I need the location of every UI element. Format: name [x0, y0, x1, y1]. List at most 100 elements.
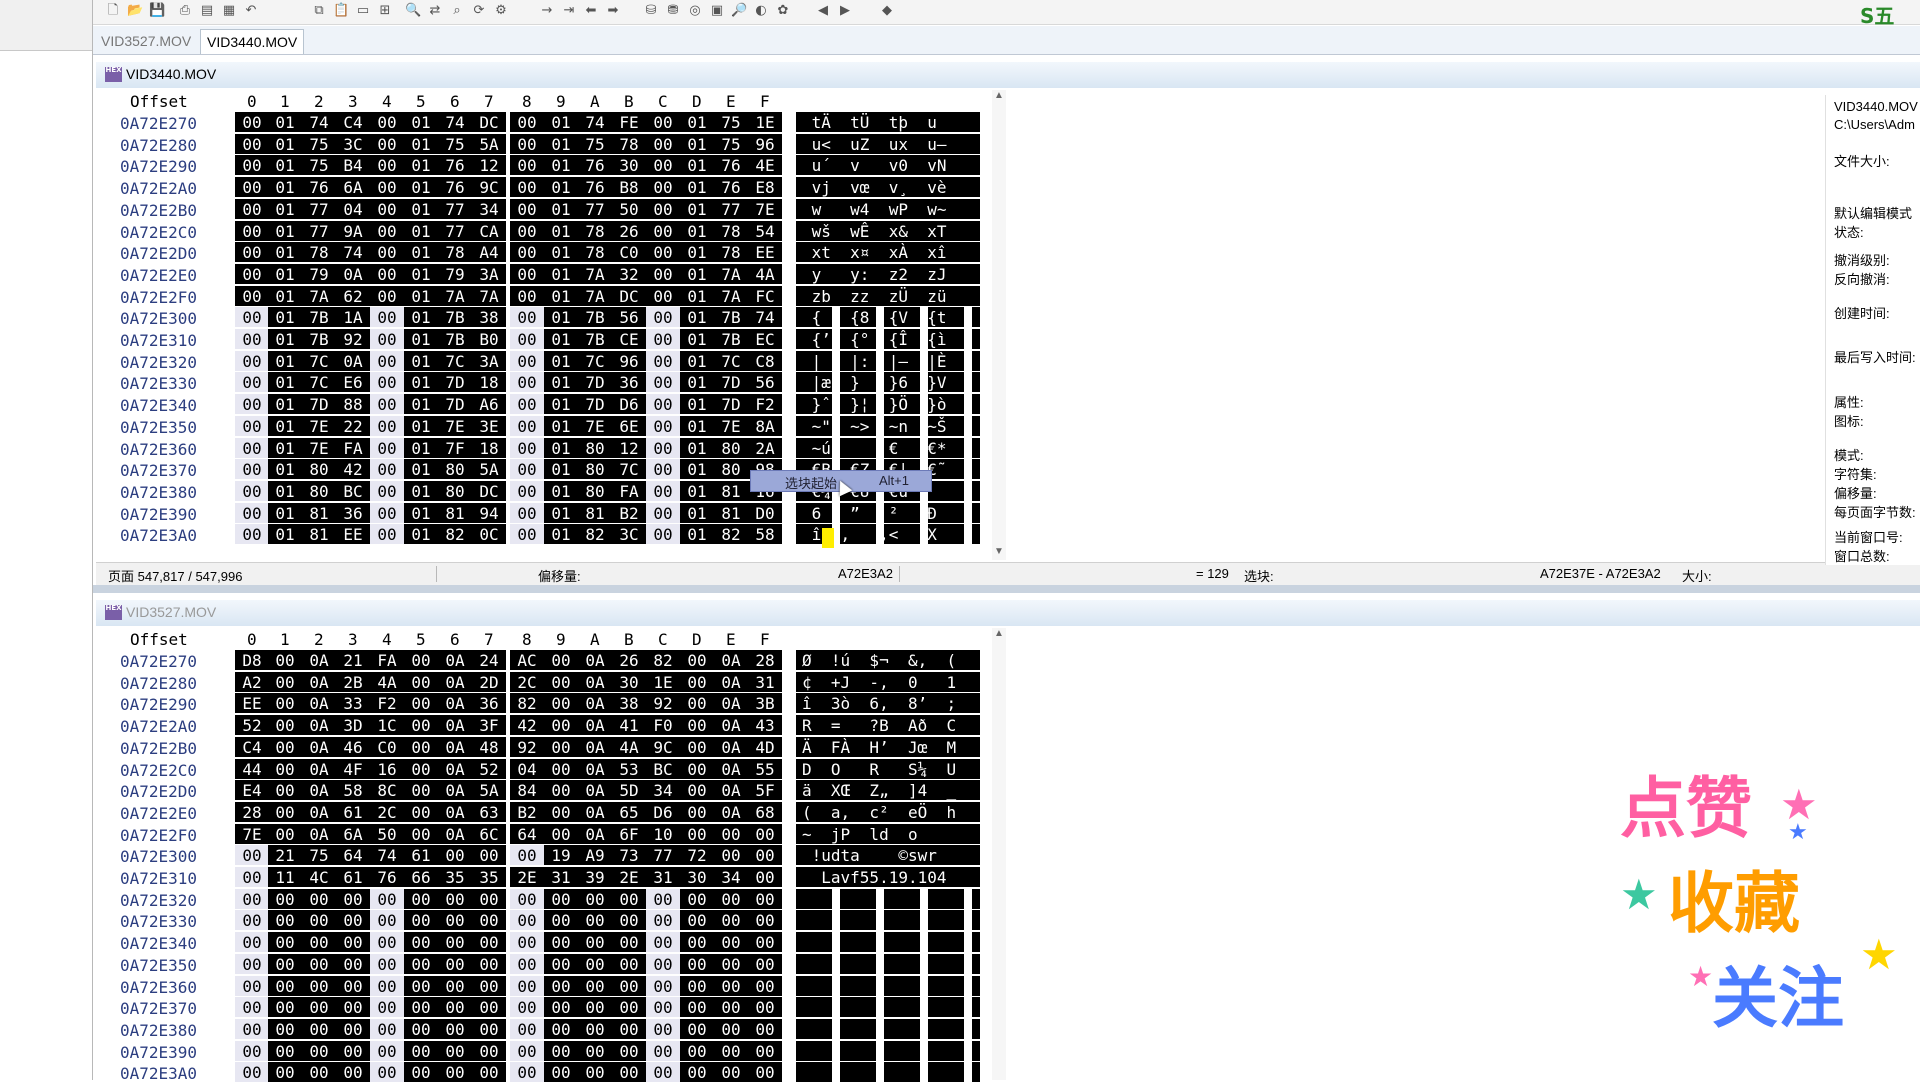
hex-byte[interactable]: 01: [404, 242, 438, 263]
hex-byte[interactable]: 00: [268, 780, 302, 801]
hex-byte[interactable]: 00: [235, 910, 269, 931]
hex-byte[interactable]: 00: [612, 888, 646, 909]
hex-byte[interactable]: 7C: [438, 350, 472, 371]
hex-byte[interactable]: 5F: [748, 780, 782, 801]
hex-byte[interactable]: 00: [472, 1018, 506, 1039]
hex-byte[interactable]: 00: [578, 932, 612, 953]
hex-byte[interactable]: 31: [748, 671, 782, 692]
hex-byte[interactable]: 92: [510, 736, 544, 757]
tab-vid3527[interactable]: VID3527.MOV: [95, 29, 197, 53]
hex-byte[interactable]: 01: [268, 177, 302, 198]
ascii-column[interactable]: [796, 997, 980, 1018]
hex-byte[interactable]: 0A: [578, 650, 612, 670]
hex-byte[interactable]: 00: [646, 1062, 680, 1083]
hex-byte[interactable]: 74: [302, 112, 336, 132]
hex-byte[interactable]: 00: [510, 112, 544, 132]
hex-byte[interactable]: 80: [302, 459, 336, 480]
hex-byte[interactable]: 55: [748, 758, 782, 779]
hex-byte[interactable]: 00: [370, 220, 404, 241]
hex-byte[interactable]: 53: [612, 758, 646, 779]
hex-byte[interactable]: 01: [404, 177, 438, 198]
hex-byte[interactable]: 00: [235, 845, 269, 866]
hex-byte[interactable]: 00: [268, 888, 302, 909]
hex-byte[interactable]: 00: [646, 502, 680, 523]
hex-byte[interactable]: 01: [680, 112, 714, 132]
hex-byte[interactable]: 00: [235, 155, 269, 176]
hex-byte[interactable]: 18: [472, 437, 506, 458]
ascii-column[interactable]: { {8 {V {t: [796, 307, 980, 328]
hex-byte[interactable]: 00: [235, 394, 269, 415]
hex-byte[interactable]: 75: [714, 133, 748, 154]
ram-icon[interactable]: ⛃: [665, 3, 681, 19]
hex-byte[interactable]: 8A: [748, 415, 782, 436]
hex-byte[interactable]: 76: [302, 177, 336, 198]
hex-byte[interactable]: 7A: [578, 263, 612, 284]
hex-byte[interactable]: 7B: [302, 329, 336, 349]
hex-byte[interactable]: 7B: [302, 307, 336, 328]
hex-byte[interactable]: 00: [510, 220, 544, 241]
hex-byte[interactable]: 00: [404, 1018, 438, 1039]
undo-icon[interactable]: ↶: [243, 3, 259, 19]
hex-byte[interactable]: CA: [472, 220, 506, 241]
hex-byte[interactable]: 00: [404, 823, 438, 844]
hex-byte[interactable]: 22: [336, 415, 370, 436]
hex-byte[interactable]: 74: [438, 112, 472, 132]
hex-byte[interactable]: 01: [404, 285, 438, 306]
hex-byte[interactable]: 00: [268, 1040, 302, 1061]
hex-byte[interactable]: 01: [544, 524, 578, 545]
hex-byte[interactable]: 61: [336, 801, 370, 822]
hex-byte[interactable]: 01: [404, 220, 438, 241]
hex-byte[interactable]: 1A: [336, 307, 370, 328]
hex-byte[interactable]: 00: [510, 372, 544, 393]
hex-byte[interactable]: 00: [646, 220, 680, 241]
hex-byte[interactable]: 75: [438, 133, 472, 154]
hex-byte[interactable]: 0A: [578, 758, 612, 779]
hex-byte[interactable]: 54: [748, 220, 782, 241]
hex-byte[interactable]: 26: [612, 220, 646, 241]
hex-byte[interactable]: 00: [472, 1062, 506, 1083]
hex-byte[interactable]: 9C: [472, 177, 506, 198]
hex-byte[interactable]: 01: [404, 394, 438, 415]
hex-byte[interactable]: 0A: [336, 350, 370, 371]
hex-byte[interactable]: D6: [612, 394, 646, 415]
hex-byte[interactable]: 04: [510, 758, 544, 779]
hex-byte[interactable]: FE: [612, 112, 646, 132]
hex-byte[interactable]: 00: [714, 932, 748, 953]
ascii-column[interactable]: |æ } }6 }V: [796, 372, 980, 393]
scroll-up-icon[interactable]: ▲: [992, 628, 1006, 642]
hex-byte[interactable]: B2: [612, 502, 646, 523]
hex-byte[interactable]: 01: [680, 220, 714, 241]
hex-byte[interactable]: 7C: [612, 459, 646, 480]
hex-byte[interactable]: 34: [646, 780, 680, 801]
hex-row[interactable]: 0A72E2E0 28 00 0A 61 2C 00 0A 63 B2 00 0A 65 D6 00 0A 68…: [96, 801, 996, 824]
hex-byte[interactable]: 38: [612, 693, 646, 714]
hex-byte[interactable]: 10: [646, 823, 680, 844]
hex-byte[interactable]: 2E: [510, 867, 544, 887]
hex-byte[interactable]: 00: [404, 888, 438, 909]
hex-byte[interactable]: 00: [336, 1040, 370, 1061]
hex-byte[interactable]: 00: [438, 845, 472, 866]
hex-byte[interactable]: B2: [510, 801, 544, 822]
hex-byte[interactable]: 00: [612, 975, 646, 996]
hex-byte[interactable]: 01: [680, 459, 714, 480]
hex-byte[interactable]: 78: [438, 242, 472, 263]
hex-byte[interactable]: 75: [302, 155, 336, 176]
hex-byte[interactable]: 7A: [438, 285, 472, 306]
hex-byte[interactable]: 16: [370, 758, 404, 779]
hex-byte[interactable]: 44: [235, 758, 269, 779]
hex-byte[interactable]: 00: [680, 888, 714, 909]
hex-byte[interactable]: 00: [680, 910, 714, 931]
hex-byte[interactable]: 50: [612, 198, 646, 219]
help-icon[interactable]: ◆: [879, 3, 895, 19]
hex-byte[interactable]: 00: [336, 888, 370, 909]
hex-byte[interactable]: 01: [544, 329, 578, 349]
hex-byte[interactable]: 7E: [578, 415, 612, 436]
hex-row[interactable]: 0A72E2D0 00 01 78 74 00 01 78 A4 00 01 78 C0 00 01 78 EE…: [96, 242, 996, 264]
hex-byte[interactable]: 01: [404, 372, 438, 393]
hex-byte[interactable]: 01: [404, 329, 438, 349]
hex-byte[interactable]: 00: [438, 910, 472, 931]
hex-byte[interactable]: 01: [544, 220, 578, 241]
hex-byte[interactable]: 00: [302, 953, 336, 974]
hex-byte[interactable]: 00: [404, 910, 438, 931]
ascii-column[interactable]: ~ú € €*: [796, 437, 980, 458]
